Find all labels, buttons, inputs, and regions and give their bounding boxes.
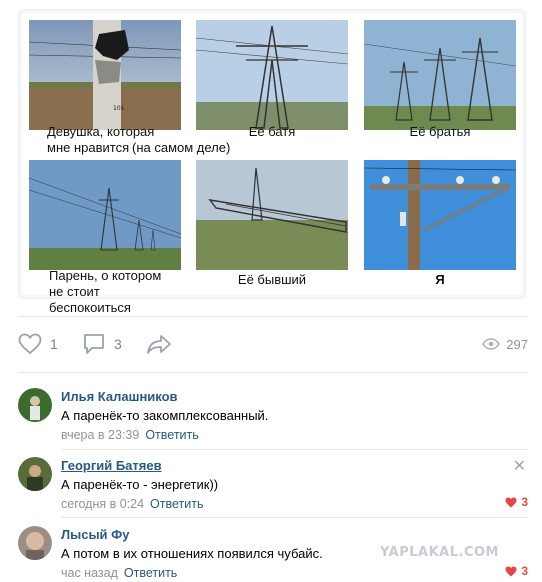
comment-like-count: 3	[521, 564, 528, 578]
eye-icon	[482, 338, 501, 350]
comment-time[interactable]: час назад	[61, 566, 118, 580]
pole-label: 101	[113, 105, 125, 112]
caption-boy: Парень, о котором не стоит беспокоиться	[49, 268, 162, 315]
avatar[interactable]	[18, 388, 52, 422]
comment-divider	[61, 517, 528, 518]
close-icon[interactable]: ✕	[513, 459, 526, 475]
reply-button[interactable]: Ответить	[150, 497, 203, 511]
comment-item: Георгий Батяев А паренёк-то - энергетик)…	[18, 457, 528, 513]
meme-panel-dad	[196, 20, 348, 130]
views-count: 297	[506, 336, 528, 352]
meme-image[interactable]: 101 Девушка, которая мне нравится (на са…	[18, 9, 526, 315]
caption-aside: (на самом деле)	[132, 140, 231, 155]
comment-author[interactable]: Лысый Фу	[61, 526, 528, 543]
comment-item: Илья Калашников А паренёк-то закомплексо…	[18, 388, 528, 444]
meme-panel-me	[364, 160, 516, 270]
comment-time[interactable]: сегодня в 0:24	[61, 497, 144, 511]
share-icon	[147, 335, 171, 354]
comment-like-button[interactable]: 3	[505, 564, 528, 578]
watermark: YAPLAKAL.COM	[380, 545, 499, 560]
comment-button[interactable]: 3	[82, 330, 122, 358]
meme-panel-ex	[196, 160, 348, 270]
comment-author[interactable]: Георгий Батяев	[61, 457, 528, 474]
meme-panel-boy	[29, 160, 181, 270]
comment-like-button[interactable]: 3	[505, 495, 528, 509]
post-actions: 1 3 297	[18, 330, 528, 358]
heart-icon	[505, 497, 517, 507]
comments-divider	[18, 372, 528, 373]
meme-panel-brothers	[364, 20, 516, 130]
views-counter: 297	[482, 330, 528, 358]
heart-icon	[18, 333, 42, 355]
comment-time[interactable]: вчера в 23:39	[61, 428, 139, 442]
avatar[interactable]	[18, 526, 52, 560]
caption-brothers: Её братья	[409, 124, 471, 139]
comment-icon	[84, 334, 104, 354]
reply-button[interactable]: Ответить	[124, 566, 177, 580]
like-button[interactable]: 1	[18, 330, 58, 358]
comment-text: А паренёк-то закомплексованный.	[61, 408, 269, 423]
caption-dad: Её батя	[248, 124, 296, 139]
heart-icon	[505, 566, 517, 576]
caption-me: Я	[435, 272, 445, 287]
reply-button[interactable]: Ответить	[145, 428, 198, 442]
comment-text: А паренёк-то - энергетик))	[61, 477, 219, 492]
avatar[interactable]	[18, 457, 52, 491]
comment-author[interactable]: Илья Калашников	[61, 388, 528, 405]
comment-divider	[61, 449, 528, 450]
comment-like-count: 3	[521, 495, 528, 509]
caption-ex: Её бывший	[237, 272, 307, 287]
like-count: 1	[50, 336, 58, 352]
share-button[interactable]	[146, 330, 172, 358]
post-divider	[18, 316, 528, 317]
comment-count: 3	[114, 336, 122, 352]
meme-panel-girl: 101	[29, 20, 181, 130]
